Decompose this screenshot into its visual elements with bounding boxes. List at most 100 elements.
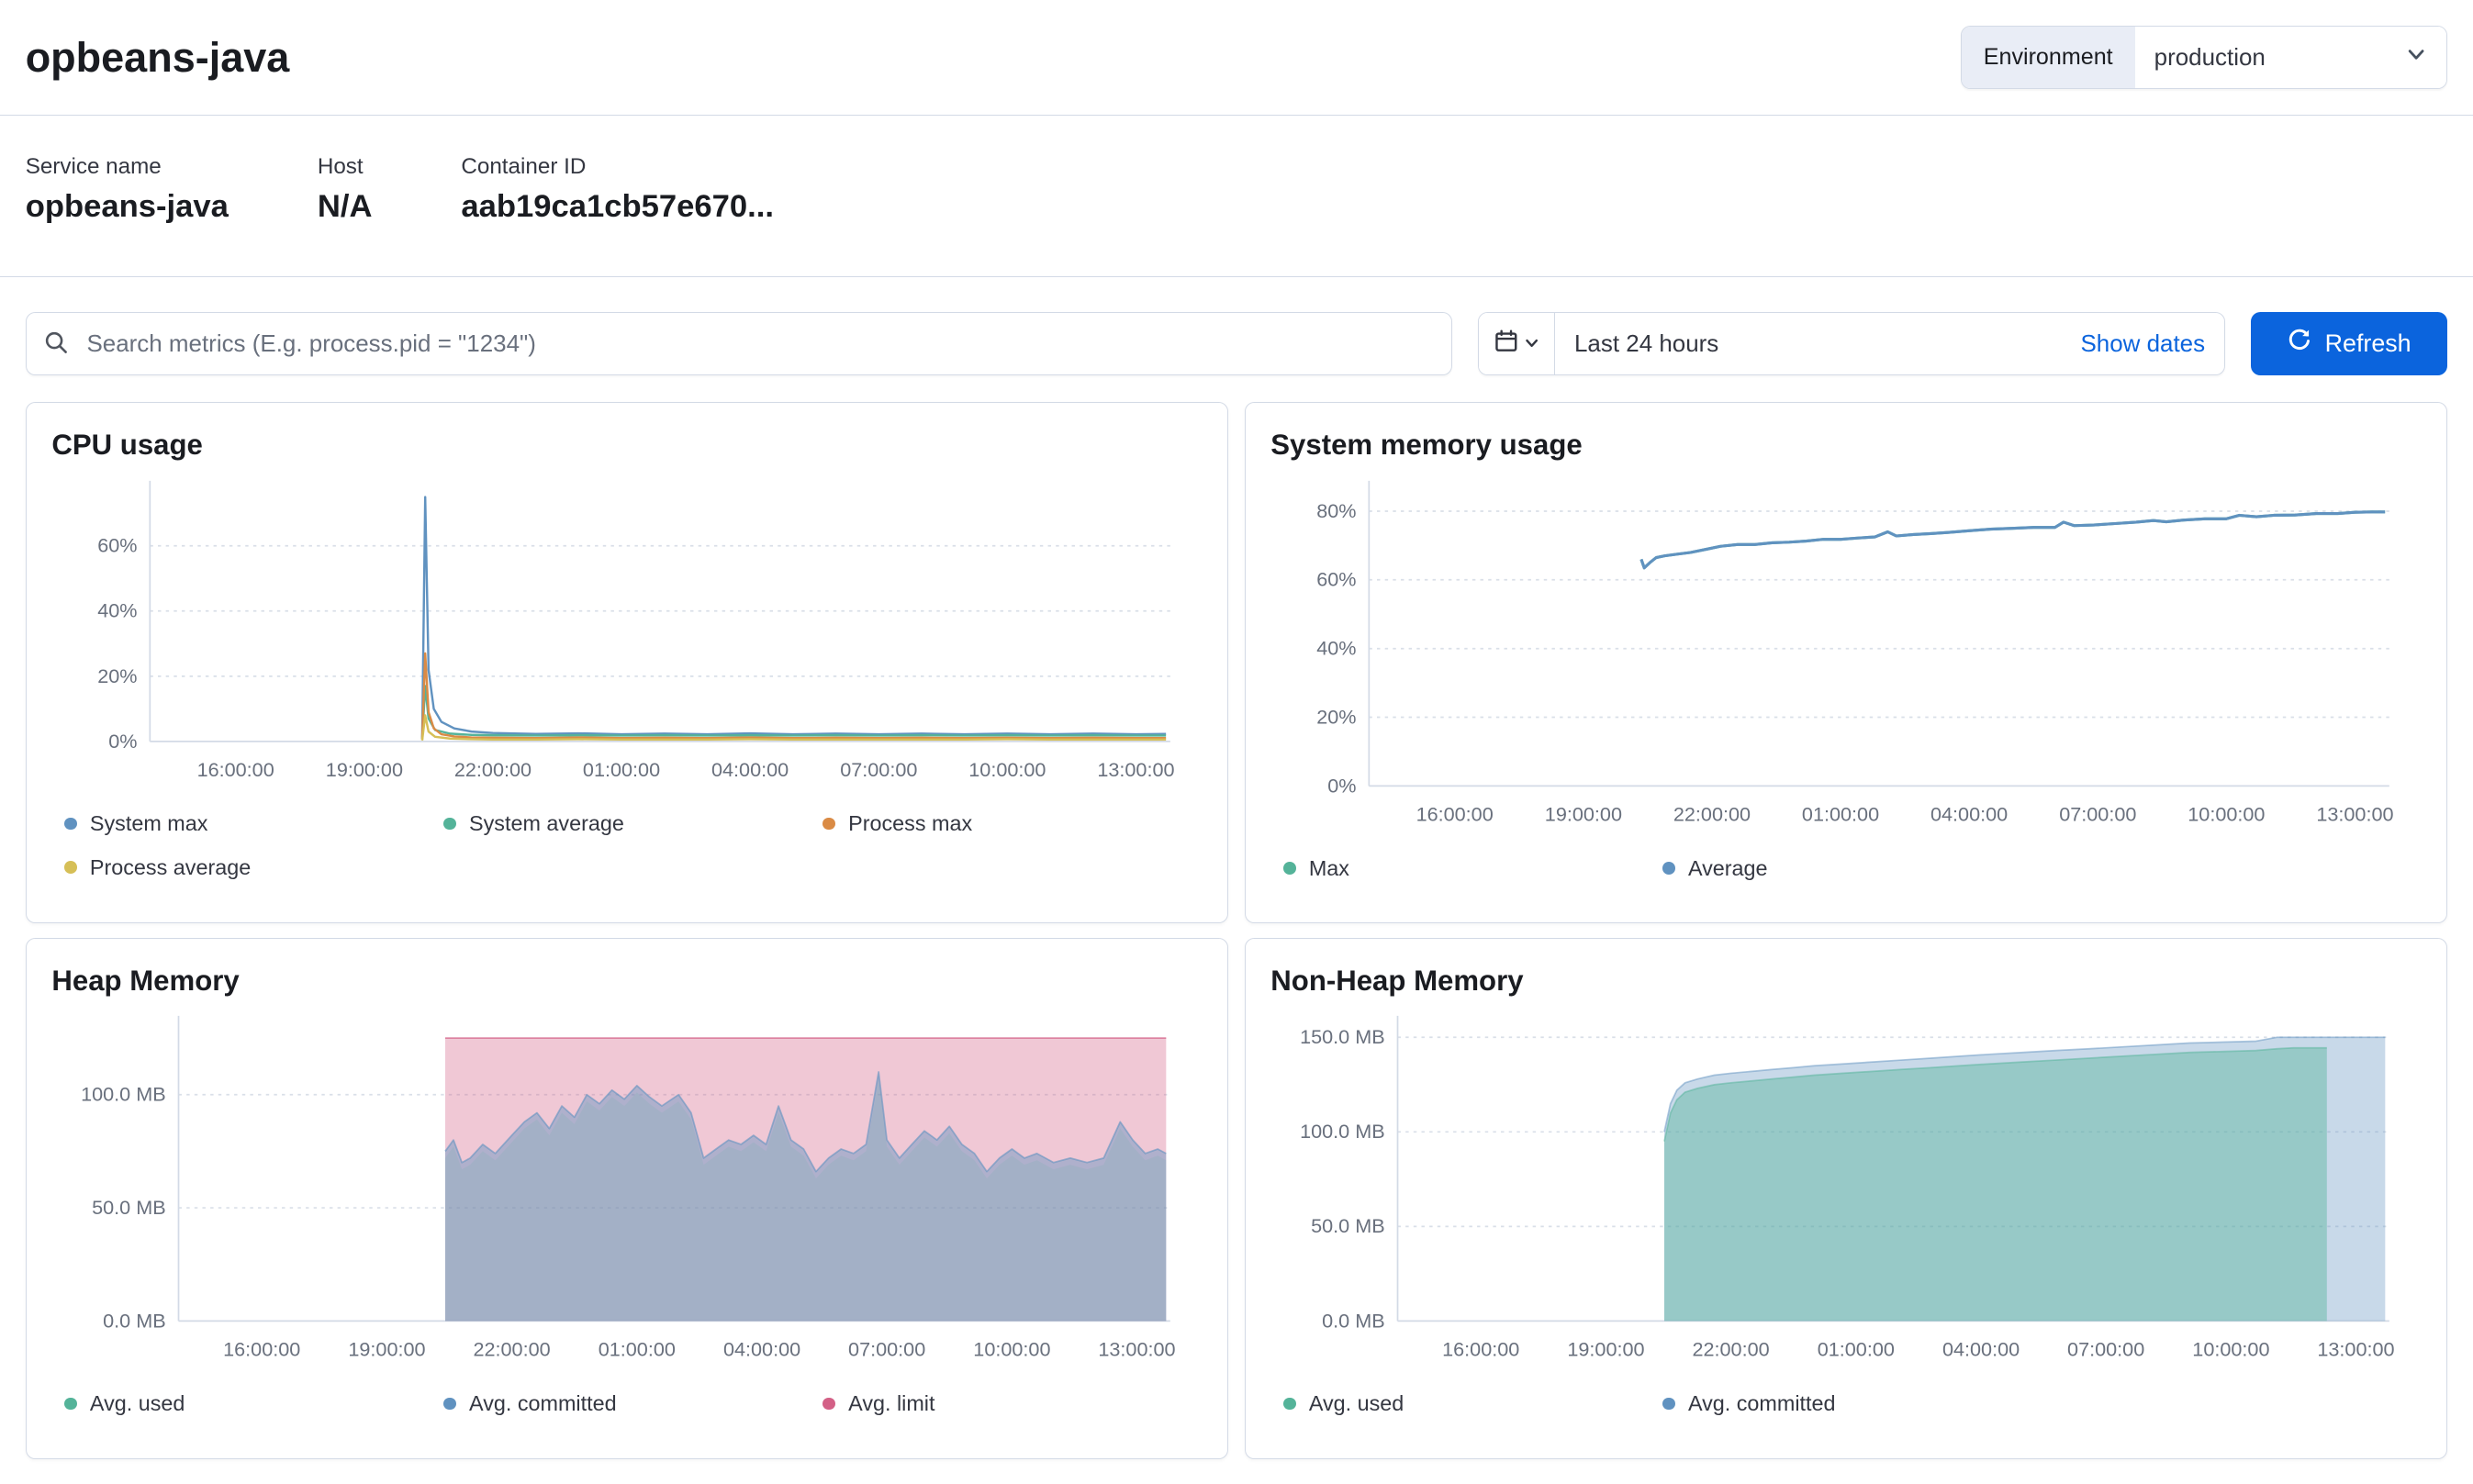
- search-metrics-input[interactable]: [26, 312, 1453, 375]
- heap-memory-chart[interactable]: 100.0 MB50.0 MB0.0 MB16:00:0019:00:0022:…: [51, 1010, 1202, 1372]
- legend-dot-icon: [1662, 862, 1675, 875]
- refresh-button[interactable]: Refresh: [2251, 312, 2448, 375]
- legend-dot-icon: [1283, 1398, 1296, 1411]
- panel-non-heap-memory: Non-Heap Memory 150.0 MB100.0 MB50.0 MB0…: [1245, 938, 2448, 1459]
- chart-title: CPU usage: [51, 429, 1202, 462]
- environment-value: production: [2154, 43, 2266, 72]
- environment-select[interactable]: production: [2135, 27, 2446, 88]
- chart-legend: Avg. used Avg. committed Avg. limit: [51, 1391, 1202, 1416]
- non-heap-memory-chart[interactable]: 150.0 MB100.0 MB50.0 MB0.0 MB16:00:0019:…: [1270, 1010, 2421, 1372]
- time-range-display[interactable]: Last 24 hours Show dates: [1555, 313, 2224, 374]
- svg-text:60%: 60%: [1316, 568, 1356, 591]
- date-range-picker: Last 24 hours Show dates: [1478, 312, 2225, 375]
- legend-item[interactable]: Avg. used: [1283, 1391, 1662, 1416]
- environment-label: Environment: [1962, 27, 2135, 88]
- svg-text:0%: 0%: [1328, 774, 1357, 797]
- service-summary: Service name opbeans-java Host N/A Conta…: [0, 116, 2473, 276]
- svg-text:22:00:00: 22:00:00: [454, 758, 532, 781]
- stat-service-name: Service name opbeans-java: [26, 154, 229, 225]
- chart-title: Heap Memory: [51, 965, 1202, 998]
- svg-text:10:00:00: 10:00:00: [2188, 802, 2266, 825]
- legend-item[interactable]: Avg. limit: [822, 1391, 1202, 1416]
- panel-heap-memory: Heap Memory 100.0 MB50.0 MB0.0 MB16:00:0…: [26, 938, 1229, 1459]
- legend-item[interactable]: Max: [1283, 856, 1662, 881]
- svg-text:10:00:00: 10:00:00: [974, 1338, 1051, 1361]
- svg-text:22:00:00: 22:00:00: [1693, 1338, 1770, 1361]
- svg-text:04:00:00: 04:00:00: [711, 758, 789, 781]
- svg-text:01:00:00: 01:00:00: [1802, 802, 1879, 825]
- page-header: opbeans-java Environment production: [0, 0, 2473, 116]
- svg-text:13:00:00: 13:00:00: [2318, 1338, 2395, 1361]
- svg-text:07:00:00: 07:00:00: [841, 758, 918, 781]
- chart-title: System memory usage: [1270, 429, 2421, 462]
- legend-item[interactable]: System average: [443, 811, 822, 836]
- svg-text:0%: 0%: [109, 730, 138, 753]
- svg-text:22:00:00: 22:00:00: [1673, 802, 1751, 825]
- show-dates-link[interactable]: Show dates: [2080, 329, 2205, 358]
- svg-text:20%: 20%: [98, 664, 138, 687]
- svg-text:10:00:00: 10:00:00: [969, 758, 1046, 781]
- legend-label: Max: [1309, 856, 1349, 881]
- calendar-icon: [1494, 329, 1519, 360]
- legend-item[interactable]: Process max: [822, 811, 1202, 836]
- svg-text:19:00:00: 19:00:00: [349, 1338, 426, 1361]
- chevron-down-icon: [2405, 43, 2427, 72]
- svg-text:19:00:00: 19:00:00: [1545, 802, 1622, 825]
- legend-dot-icon: [1283, 862, 1296, 875]
- svg-text:04:00:00: 04:00:00: [1942, 1338, 2020, 1361]
- svg-text:22:00:00: 22:00:00: [474, 1338, 551, 1361]
- svg-text:01:00:00: 01:00:00: [583, 758, 660, 781]
- legend-label: Avg. limit: [848, 1391, 934, 1416]
- legend-dot-icon: [822, 818, 835, 831]
- stat-label: Service name: [26, 154, 229, 180]
- legend-label: System max: [90, 811, 208, 836]
- svg-text:13:00:00: 13:00:00: [1099, 1338, 1176, 1361]
- chart-legend: System max System average Process max Proce…: [51, 811, 1202, 880]
- legend-item[interactable]: Process average: [64, 855, 443, 880]
- svg-text:100.0 MB: 100.0 MB: [81, 1083, 166, 1106]
- apm-service-metrics-page: opbeans-java Environment production Serv…: [0, 0, 2473, 1459]
- legend-dot-icon: [443, 818, 456, 831]
- svg-text:100.0 MB: 100.0 MB: [1300, 1121, 1385, 1144]
- system-memory-chart[interactable]: 80%60%40%20%0%16:00:0019:00:0022:00:0001…: [1270, 474, 2421, 837]
- svg-text:07:00:00: 07:00:00: [848, 1338, 925, 1361]
- environment-filter: Environment production: [1961, 26, 2448, 89]
- svg-text:01:00:00: 01:00:00: [599, 1338, 676, 1361]
- legend-item[interactable]: Avg. committed: [1662, 1391, 2042, 1416]
- chevron-down-icon: [1524, 331, 1539, 356]
- svg-text:19:00:00: 19:00:00: [326, 758, 403, 781]
- legend-item[interactable]: System max: [64, 811, 443, 836]
- legend-item[interactable]: Avg. committed: [443, 1391, 822, 1416]
- svg-text:16:00:00: 16:00:00: [1416, 802, 1494, 825]
- panel-cpu-usage: CPU usage 60%40%20%0%16:00:0019:00:0022:…: [26, 402, 1229, 923]
- legend-dot-icon: [64, 861, 77, 874]
- legend-item[interactable]: Average: [1662, 856, 2042, 881]
- legend-dot-icon: [443, 1398, 456, 1411]
- svg-text:50.0 MB: 50.0 MB: [1311, 1215, 1385, 1238]
- svg-text:04:00:00: 04:00:00: [723, 1338, 800, 1361]
- svg-text:0.0 MB: 0.0 MB: [1322, 1310, 1385, 1333]
- svg-text:40%: 40%: [98, 599, 138, 622]
- svg-text:13:00:00: 13:00:00: [2317, 802, 2394, 825]
- stat-label: Host: [318, 154, 373, 180]
- svg-text:150.0 MB: 150.0 MB: [1300, 1026, 1385, 1049]
- svg-text:16:00:00: 16:00:00: [224, 1338, 301, 1361]
- calendar-menu-button[interactable]: [1479, 313, 1555, 374]
- legend-dot-icon: [64, 818, 77, 831]
- svg-text:80%: 80%: [1316, 499, 1356, 522]
- svg-text:13:00:00: 13:00:00: [1098, 758, 1175, 781]
- legend-item[interactable]: Avg. used: [64, 1391, 443, 1416]
- legend-label: Avg. used: [90, 1391, 185, 1416]
- cpu-usage-chart[interactable]: 60%40%20%0%16:00:0019:00:0022:00:0001:00…: [51, 474, 1202, 792]
- chart-canvas: 80%60%40%20%0%16:00:0019:00:0022:00:0001…: [1270, 474, 2421, 831]
- chart-canvas: 100.0 MB50.0 MB0.0 MB16:00:0019:00:0022:…: [51, 1010, 1202, 1366]
- svg-text:50.0 MB: 50.0 MB: [92, 1196, 166, 1219]
- legend-label: System average: [469, 811, 624, 836]
- legend-dot-icon: [1662, 1398, 1675, 1411]
- metrics-toolbar: Last 24 hours Show dates Refresh: [0, 277, 2473, 375]
- svg-text:16:00:00: 16:00:00: [1442, 1338, 1519, 1361]
- legend-label: Avg. used: [1309, 1391, 1404, 1416]
- legend-label: Avg. committed: [1688, 1391, 1836, 1416]
- svg-text:07:00:00: 07:00:00: [2060, 802, 2137, 825]
- svg-text:20%: 20%: [1316, 705, 1356, 728]
